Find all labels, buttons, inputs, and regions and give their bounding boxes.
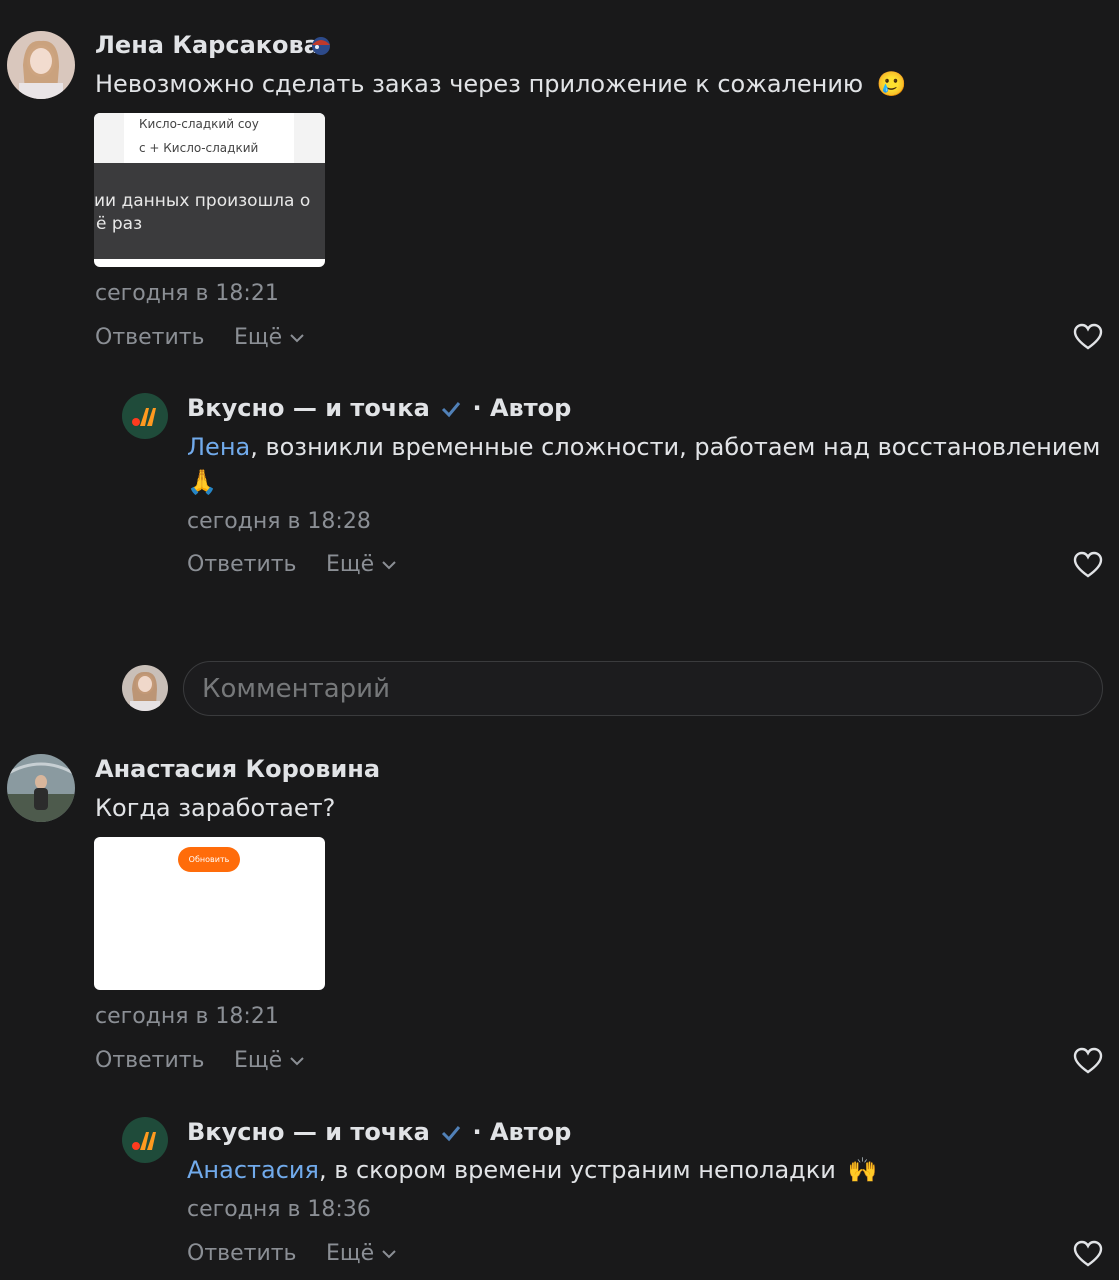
emoji-icon: 🥲 [876,70,907,98]
comment-timestamp[interactable]: сегодня в 18:21 [95,1004,279,1029]
brand-logo-icon [132,1132,156,1150]
attached-image[interactable]: Кисло-сладкий соу с + Кисло-сладкий ии д… [94,113,325,267]
like-heart-icon[interactable] [1073,323,1103,351]
comment-text: Невозможно сделать заказ через приложени… [95,70,907,98]
comment-author[interactable]: Лена Карсакова [95,31,320,59]
mention-link[interactable]: Лена [187,433,250,461]
verified-icon [442,1126,461,1142]
reply-timestamp[interactable]: сегодня в 18:36 [187,1197,371,1222]
image-text: с + Кисло-сладкий [139,141,259,155]
reply-author-name: Вкусно — и точка [187,394,430,422]
reply-button[interactable]: Ответить [95,325,205,350]
reply-text: Анастасия, в скором времени устраним неп… [187,1156,877,1184]
current-user-avatar[interactable] [122,665,168,711]
chevron-down-icon [290,1057,304,1066]
attached-image[interactable]: Обновить [94,837,325,990]
author-status-icon [307,33,335,63]
image-refresh-button: Обновить [178,847,240,872]
brand-avatar[interactable] [122,1117,168,1163]
chevron-down-icon [382,1250,396,1259]
like-heart-icon[interactable] [1073,1240,1103,1268]
more-label: Ещё [326,552,375,577]
like-heart-icon[interactable] [1073,551,1103,579]
more-button[interactable]: Ещё [234,325,305,350]
emoji-icon: 🙌 [847,1156,878,1184]
reply-button[interactable]: Ответить [95,1048,205,1073]
brand-avatar[interactable] [122,393,168,439]
reply-author[interactable]: Вкусно — и точка · Автор [187,1118,571,1146]
more-label: Ещё [326,1241,375,1266]
avatar[interactable] [7,754,75,822]
more-button[interactable]: Ещё [234,1048,305,1073]
more-button[interactable]: Ещё [326,1241,397,1266]
author-badge: · Автор [472,1118,572,1146]
image-text: ё раз [96,214,143,234]
image-text: ии данных произошла о [94,191,311,211]
reply-button[interactable]: Ответить [187,552,297,577]
reply-text-body: , в скором времени устраним неполадки [318,1156,836,1184]
more-label: Ещё [234,325,283,350]
chevron-down-icon [290,334,304,343]
verified-icon [442,402,461,418]
avatar[interactable] [7,31,75,99]
comment-input-placeholder: Комментарий [202,673,390,704]
comment-timestamp[interactable]: сегодня в 18:21 [95,281,279,306]
mention-link[interactable]: Анастасия [187,1156,319,1184]
reply-button[interactable]: Ответить [187,1241,297,1266]
reply-text: Лена, возникли временные сложности, рабо… [187,433,1100,461]
like-heart-icon[interactable] [1073,1047,1103,1075]
brand-logo-icon [132,408,156,426]
reply-text-body: , возникли временные сложности, работаем… [250,433,1101,461]
reply-timestamp[interactable]: сегодня в 18:28 [187,509,371,534]
image-text: Кисло-сладкий соу [139,117,259,131]
emoji-icon: 🙏 [187,468,217,496]
comment-text: Когда заработает? [95,794,336,822]
comment-input[interactable]: Комментарий [183,661,1103,716]
comment-text-body: Невозможно сделать заказ через приложени… [95,70,864,98]
reply-author[interactable]: Вкусно — и точка · Автор [187,394,571,422]
reply-author-name: Вкусно — и точка [187,1118,430,1146]
author-badge: · Автор [472,394,572,422]
chevron-down-icon [382,561,396,570]
more-button[interactable]: Ещё [326,552,397,577]
comment-author[interactable]: Анастасия Коровина [95,755,380,783]
more-label: Ещё [234,1048,283,1073]
